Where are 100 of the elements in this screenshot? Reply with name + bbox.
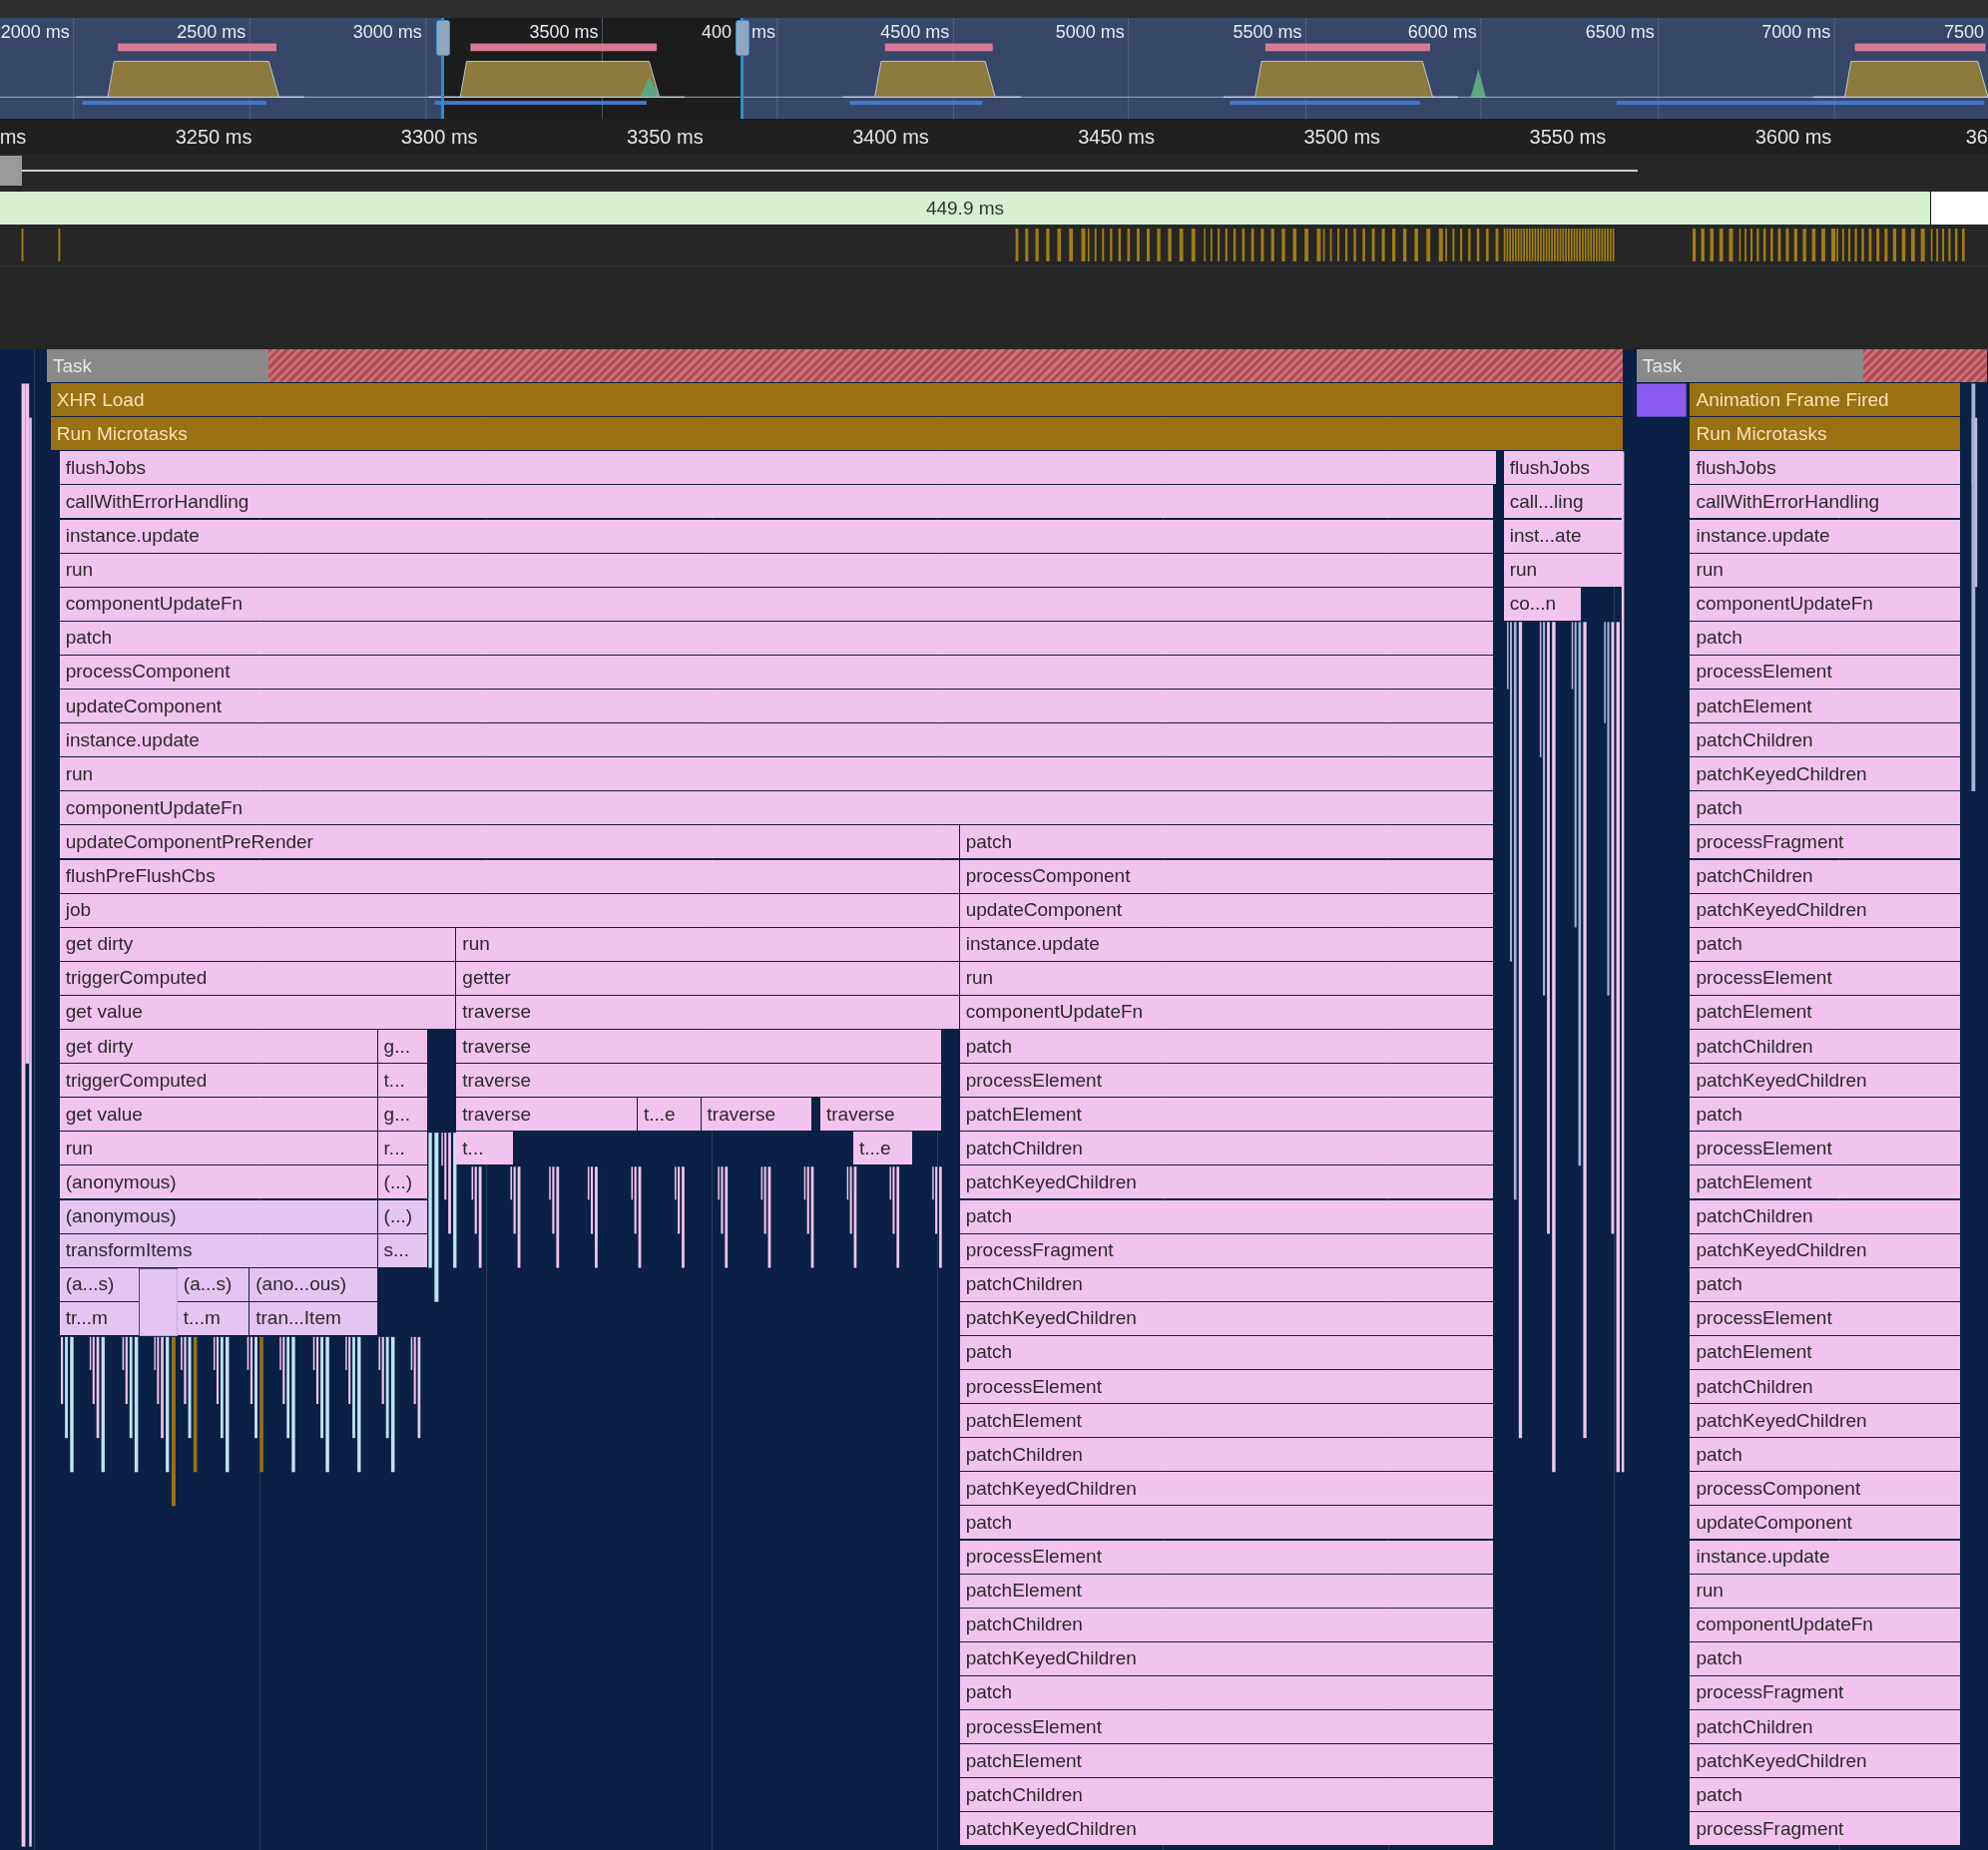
function-call-bar[interactable]: patchElement: [1690, 1335, 1961, 1369]
function-call-bar[interactable]: componentUpdateFn: [959, 995, 1493, 1029]
function-call-bar[interactable]: flushJobs: [1503, 451, 1624, 485]
function-call-bar[interactable]: patchChildren: [959, 1132, 1493, 1165]
function-call-bar[interactable]: patchKeyedChildren: [959, 1641, 1493, 1675]
function-call-bar[interactable]: patchKeyedChildren: [1690, 1064, 1961, 1098]
function-call-bar[interactable]: patch: [1690, 1267, 1961, 1301]
function-call-bar[interactable]: processComponent: [959, 859, 1493, 893]
function-call-bar[interactable]: patchKeyedChildren: [1690, 893, 1961, 927]
function-call-bar[interactable]: get value: [59, 995, 456, 1029]
function-call-bar[interactable]: updateComponent: [1690, 1506, 1961, 1540]
function-call-bar[interactable]: co...n: [1503, 587, 1582, 621]
function-call-bar[interactable]: flushPreFlushCbs: [59, 859, 959, 893]
function-call-bar[interactable]: patchElement: [959, 1574, 1493, 1608]
function-call-bar[interactable]: processFragment: [959, 1233, 1493, 1267]
function-call-bar[interactable]: processFragment: [1690, 825, 1961, 859]
function-call-bar[interactable]: triggerComputed: [59, 1064, 377, 1098]
function-call-bar[interactable]: callWithErrorHandling: [59, 485, 1493, 519]
function-call-bar[interactable]: flushJobs: [59, 451, 1497, 485]
function-call-bar[interactable]: processElement: [1690, 1132, 1961, 1165]
function-call-bar[interactable]: traverse: [701, 1098, 812, 1132]
function-call-bar[interactable]: traverse: [456, 1030, 941, 1063]
function-call-bar[interactable]: patch: [959, 1506, 1493, 1540]
function-call-bar[interactable]: componentUpdateFn: [1690, 1608, 1961, 1641]
scroll-thumb[interactable]: [0, 155, 22, 186]
function-call-bar[interactable]: (ano...ous): [249, 1267, 377, 1301]
function-call-bar[interactable]: patchChildren: [1690, 859, 1961, 893]
function-call-bar[interactable]: patchChildren: [959, 1778, 1493, 1812]
function-call-bar[interactable]: patchChildren: [1690, 1199, 1961, 1233]
function-call-bar[interactable]: job: [59, 893, 959, 927]
function-call-bar[interactable]: traverse: [456, 1098, 637, 1132]
function-call-bar[interactable]: patch: [959, 825, 1493, 859]
function-call-bar[interactable]: call...ling: [1503, 485, 1624, 519]
function-call-bar[interactable]: patchKeyedChildren: [1690, 1404, 1961, 1438]
function-call-bar[interactable]: (a...s): [177, 1267, 249, 1301]
function-call-bar[interactable]: processElement: [1690, 961, 1961, 995]
function-call-bar[interactable]: patch: [1690, 621, 1961, 655]
function-call-bar[interactable]: patchElement: [1690, 690, 1961, 722]
function-call-bar[interactable]: t...: [377, 1064, 428, 1098]
range-handle[interactable]: [436, 20, 450, 56]
function-call-bar[interactable]: patchElement: [959, 1098, 1493, 1132]
function-call-bar[interactable]: flushJobs: [1690, 451, 1961, 485]
function-call-bar[interactable]: updateComponentPreRender: [59, 825, 959, 859]
event-bar[interactable]: Run Microtasks: [1690, 417, 1961, 451]
function-call-bar[interactable]: patch: [1690, 1641, 1961, 1675]
function-call-bar[interactable]: get dirty: [59, 927, 456, 961]
function-call-bar[interactable]: patch: [1690, 1778, 1961, 1812]
function-call-bar[interactable]: patchKeyedChildren: [1690, 757, 1961, 791]
function-call-bar[interactable]: patchKeyedChildren: [1690, 1233, 1961, 1267]
function-call-bar[interactable]: instance.update: [1690, 1540, 1961, 1574]
function-call-bar[interactable]: patchKeyedChildren: [959, 1812, 1493, 1846]
function-call-bar[interactable]: run: [959, 961, 1493, 995]
function-call-bar[interactable]: patch: [1690, 927, 1961, 961]
function-call-bar[interactable]: (...): [377, 1165, 428, 1199]
function-call-bar[interactable]: processFragment: [1690, 1675, 1961, 1709]
function-call-bar[interactable]: componentUpdateFn: [1690, 587, 1961, 621]
function-call-bar[interactable]: patch: [1690, 1438, 1961, 1472]
range-handle[interactable]: [736, 20, 749, 56]
function-call-bar[interactable]: g...: [377, 1030, 428, 1063]
function-call-bar[interactable]: transformItems: [59, 1233, 377, 1267]
function-call-bar[interactable]: run: [1503, 553, 1624, 587]
function-call-bar[interactable]: processElement: [1690, 1301, 1961, 1335]
function-call-bar[interactable]: componentUpdateFn: [59, 791, 1493, 825]
function-call-bar[interactable]: (anonymous): [59, 1199, 377, 1233]
function-call-bar[interactable]: patchChildren: [1690, 1030, 1961, 1063]
function-call-bar[interactable]: g...: [377, 1098, 428, 1132]
function-call-bar[interactable]: inst...ate: [1503, 519, 1624, 553]
function-call-bar[interactable]: run: [59, 553, 1493, 587]
function-call-bar[interactable]: run: [1690, 553, 1961, 587]
function-call-bar[interactable]: componentUpdateFn: [59, 587, 1493, 621]
function-call-bar[interactable]: patchElement: [1690, 995, 1961, 1029]
function-call-bar[interactable]: tran...Item: [249, 1301, 377, 1335]
function-call-bar[interactable]: s...: [377, 1233, 428, 1267]
function-call-bar[interactable]: get dirty: [59, 1030, 377, 1063]
function-call-bar[interactable]: t...m: [177, 1301, 249, 1335]
function-call-bar[interactable]: patchChildren: [1690, 723, 1961, 757]
function-call-bar[interactable]: t...: [456, 1132, 513, 1165]
function-call-bar[interactable]: traverse: [456, 1064, 941, 1098]
function-call-bar[interactable]: patch: [959, 1335, 1493, 1369]
function-call-bar[interactable]: patchKeyedChildren: [1690, 1744, 1961, 1778]
function-call-bar[interactable]: instance.update: [959, 927, 1493, 961]
function-call-bar[interactable]: patch: [1690, 1098, 1961, 1132]
function-call-bar[interactable]: r...: [377, 1132, 428, 1165]
function-call-bar[interactable]: patchElement: [1690, 1165, 1961, 1199]
function-call-bar[interactable]: t...e: [638, 1098, 701, 1132]
function-call-bar[interactable]: updateComponent: [59, 690, 1493, 722]
function-call-bar[interactable]: processElement: [959, 1370, 1493, 1403]
function-call-bar[interactable]: run: [59, 1132, 377, 1165]
function-call-bar[interactable]: callWithErrorHandling: [1690, 485, 1961, 519]
function-call-bar[interactable]: traverse: [819, 1098, 941, 1132]
function-call-bar[interactable]: patchKeyedChildren: [959, 1472, 1493, 1506]
function-call-bar[interactable]: (a...s): [59, 1267, 139, 1301]
function-call-bar[interactable]: patchChildren: [959, 1267, 1493, 1301]
function-call-bar[interactable]: patchKeyedChildren: [959, 1165, 1493, 1199]
function-call-bar[interactable]: (anonymous): [59, 1165, 377, 1199]
function-call-bar[interactable]: get value: [59, 1098, 377, 1132]
function-call-bar[interactable]: instance.update: [59, 519, 1493, 553]
function-call-bar[interactable]: patch: [959, 1199, 1493, 1233]
function-call-bar[interactable]: patch: [59, 621, 1493, 655]
function-call-bar[interactable]: instance.update: [59, 723, 1493, 757]
